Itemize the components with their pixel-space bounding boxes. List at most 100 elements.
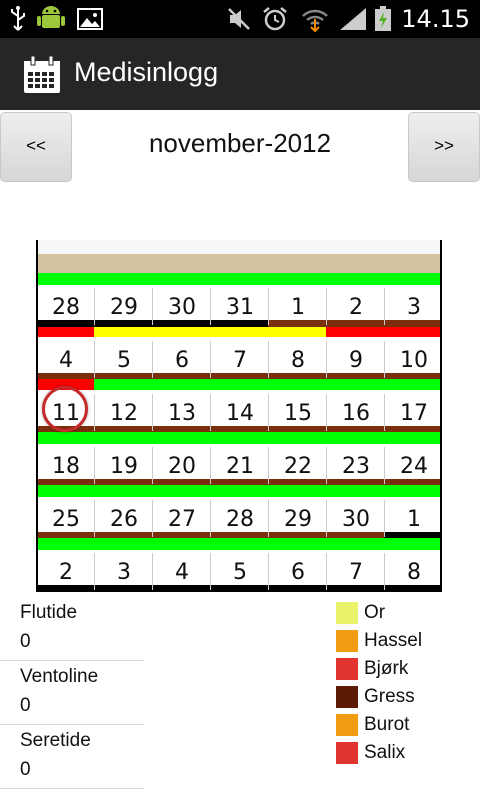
day-cell[interactable]: 16 — [326, 394, 385, 431]
legend-label: Hassel — [364, 630, 423, 651]
today-marker — [42, 386, 88, 432]
calendar-color-segment — [268, 327, 326, 337]
day-cell[interactable]: 2 — [36, 553, 95, 590]
day-cell[interactable]: 3 — [384, 288, 443, 325]
calendar-header-strip — [36, 240, 442, 254]
calendar-color-segment — [94, 327, 268, 337]
day-cell[interactable]: 19 — [94, 447, 153, 484]
month-label: november-2012 — [148, 128, 332, 158]
legend-label: Or — [364, 602, 386, 623]
app-title: Medisinlogg — [74, 57, 219, 87]
day-cell[interactable]: 2 — [326, 288, 385, 325]
action-bar: Medisinlogg — [0, 38, 480, 110]
image-icon — [77, 8, 103, 30]
calendar-icon — [24, 55, 60, 93]
prev-month-button[interactable]: << — [0, 112, 72, 182]
calendar-color-segment — [36, 485, 442, 497]
next-month-button[interactable]: >> — [408, 112, 480, 182]
legend-swatch — [336, 602, 358, 624]
legend-item: Bjørk — [336, 657, 476, 683]
day-cell[interactable]: 4 — [152, 553, 211, 590]
legend-swatch — [336, 714, 358, 736]
day-cell[interactable]: 8 — [268, 341, 327, 378]
alarm-icon — [263, 7, 287, 31]
day-cell[interactable]: 29 — [94, 288, 153, 325]
day-cell[interactable]: 6 — [152, 341, 211, 378]
day-cell[interactable]: 10 — [384, 341, 443, 378]
legend-item: Burot — [336, 713, 476, 739]
legend-swatch — [336, 686, 358, 708]
day-cell[interactable]: 3 — [94, 553, 153, 590]
medication-item[interactable]: Ventoline 0 — [0, 662, 144, 725]
calendar-color-segment — [36, 327, 94, 337]
day-cell[interactable]: 23 — [326, 447, 385, 484]
legend-label: Salix — [364, 742, 406, 763]
battery-icon — [375, 6, 391, 31]
legend-item: Salix — [336, 741, 476, 767]
calendar-color-band — [36, 485, 442, 497]
legend-swatch — [336, 630, 358, 652]
day-cell[interactable]: 4 — [36, 341, 95, 378]
clock: 14.15 — [401, 5, 470, 33]
calendar-border — [36, 240, 38, 592]
day-cell[interactable]: 7 — [326, 553, 385, 590]
day-cell[interactable]: 25 — [36, 500, 95, 537]
legend-label: Gress — [364, 686, 415, 707]
day-cell[interactable]: 1 — [268, 288, 327, 325]
day-cell[interactable]: 1 — [384, 500, 443, 537]
legend-swatch — [336, 742, 358, 764]
day-cell[interactable]: 29 — [268, 500, 327, 537]
calendar-color-band — [36, 538, 442, 550]
status-bar: 14.15 — [0, 0, 480, 38]
day-cell[interactable]: 8 — [384, 553, 443, 590]
day-cell[interactable]: 20 — [152, 447, 211, 484]
day-cell[interactable]: 30 — [152, 288, 211, 325]
day-cell[interactable]: 27 — [152, 500, 211, 537]
medication-item[interactable]: Flutide 0 — [0, 598, 144, 661]
day-cell[interactable]: 31 — [210, 288, 269, 325]
calendar-color-segment — [326, 327, 442, 337]
day-cell[interactable]: 21 — [210, 447, 269, 484]
day-cell[interactable]: 5 — [210, 553, 269, 590]
day-cell[interactable]: 15 — [268, 394, 327, 431]
calendar-grid: 28 29 30 31 1 2 3 4 5 6 7 8 9 10 11 12 13 14 15 16 17 18 19 20 2… — [36, 240, 442, 592]
medication-name: Flutide — [20, 602, 78, 623]
android-icon — [37, 6, 65, 28]
calendar-color-band — [36, 327, 442, 337]
calendar-color-band — [36, 379, 442, 390]
day-cell[interactable]: 14 — [210, 394, 269, 431]
calendar-color-band — [36, 273, 442, 285]
day-cell[interactable]: 13 — [152, 394, 211, 431]
usb-icon — [11, 6, 25, 31]
day-cell[interactable]: 12 — [94, 394, 153, 431]
calendar-color-segment — [36, 432, 442, 444]
day-cell[interactable]: 7 — [210, 341, 269, 378]
calendar-color-segment — [94, 379, 442, 390]
day-cell[interactable]: 30 — [326, 500, 385, 537]
calendar-tan-bar — [36, 254, 442, 273]
calendar-border — [440, 240, 442, 592]
legend-label: Bjørk — [364, 658, 409, 679]
medication-name: Ventoline — [20, 666, 99, 687]
day-cell[interactable]: 22 — [268, 447, 327, 484]
medication-item[interactable]: Seretide 0 — [0, 726, 144, 789]
medication-count: 0 — [20, 695, 31, 716]
calendar-color-band — [36, 432, 442, 444]
day-cell[interactable]: 28 — [36, 288, 95, 325]
legend-item: Gress — [336, 685, 476, 711]
calendar-color-segment — [36, 273, 442, 285]
day-cell[interactable]: 18 — [36, 447, 95, 484]
day-cell[interactable]: 6 — [268, 553, 327, 590]
medication-count: 0 — [20, 631, 31, 652]
legend-item: Hassel — [336, 629, 476, 655]
day-cell[interactable]: 28 — [210, 500, 269, 537]
day-cell[interactable]: 5 — [94, 341, 153, 378]
mute-icon — [228, 8, 250, 30]
legend-item: Or — [336, 601, 476, 627]
day-cell[interactable]: 24 — [384, 447, 443, 484]
day-cell[interactable]: 9 — [326, 341, 385, 378]
day-cell[interactable]: 17 — [384, 394, 443, 431]
wifi-icon — [302, 9, 328, 32]
day-cell[interactable]: 26 — [94, 500, 153, 537]
medication-name: Seretide — [20, 730, 91, 751]
